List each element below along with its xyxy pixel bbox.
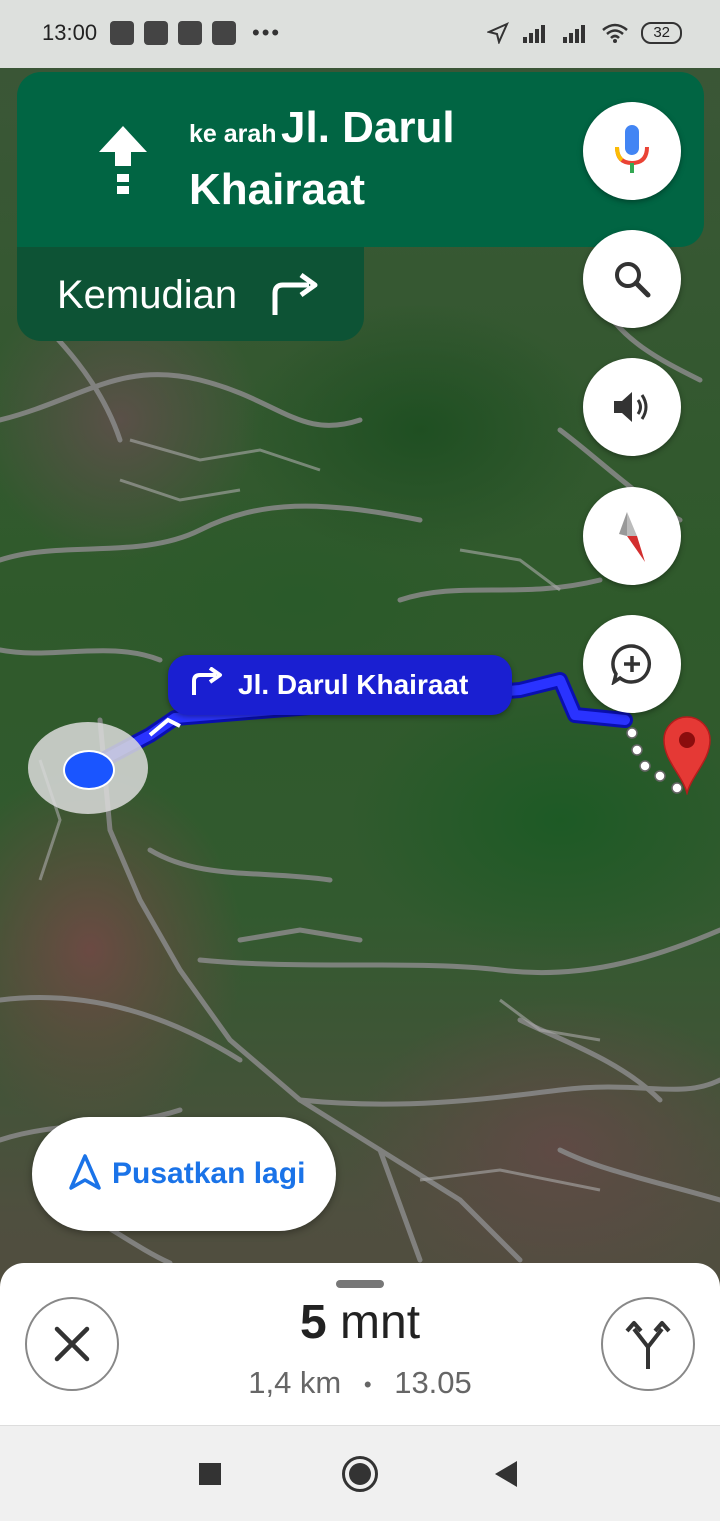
- turn-right-icon: [190, 665, 226, 704]
- sheet-drag-handle[interactable]: [336, 1280, 384, 1288]
- recenter-label: Pusatkan lagi: [112, 1157, 306, 1190]
- route-split-icon: [625, 1321, 671, 1369]
- status-bar: 13:00 ••• 32: [0, 0, 720, 68]
- mic-icon: [615, 125, 649, 173]
- eta-duration-value: 5: [299, 1296, 327, 1349]
- app-icon: [212, 21, 236, 45]
- trip-separator: •: [363, 1371, 372, 1397]
- direction-text: ke arah Jl. Darul Khairaat: [189, 102, 509, 226]
- status-time: 13:00: [42, 20, 98, 45]
- system-navigation-bar: [0, 1425, 720, 1521]
- arrival-time: 13.05: [394, 1365, 472, 1400]
- voice-search-button[interactable]: [583, 102, 681, 200]
- signal-icon: [523, 25, 546, 43]
- straight-arrow-icon: [95, 122, 151, 207]
- current-location-dot: [63, 750, 115, 790]
- trip-bottom-sheet[interactable]: 5 mnt 1,4 km • 13.05: [0, 1263, 720, 1425]
- eta-duration-unit: mnt: [326, 1296, 421, 1349]
- battery-indicator: 32: [641, 22, 682, 44]
- signal-icon: [563, 25, 586, 43]
- add-report-button[interactable]: [583, 615, 681, 713]
- direction-prefix: ke arah: [189, 120, 277, 148]
- route-street-label[interactable]: Jl. Darul Khairaat: [168, 655, 512, 715]
- recenter-button[interactable]: Pusatkan lagi: [32, 1117, 336, 1231]
- search-button[interactable]: [583, 230, 681, 328]
- app-icon: [178, 21, 202, 45]
- then-label: Kemudian: [57, 273, 238, 317]
- compass-icon: [619, 512, 645, 562]
- compass-button[interactable]: [583, 487, 681, 585]
- message-icon: [110, 21, 134, 45]
- wifi-icon: [602, 23, 629, 43]
- route-street-name: Jl. Darul Khairaat: [238, 669, 469, 700]
- then-instruction[interactable]: Kemudian: [17, 247, 364, 341]
- search-icon: [615, 262, 651, 298]
- sound-button[interactable]: [583, 358, 681, 456]
- trip-distance: 1,4 km: [248, 1365, 342, 1400]
- home-button[interactable]: [342, 1456, 378, 1492]
- location-arrow-icon: [487, 22, 510, 44]
- turn-right-icon: [269, 272, 323, 322]
- overflow-dots: •••: [252, 20, 282, 45]
- alternate-routes-button[interactable]: [601, 1297, 695, 1391]
- navigation-arrow-icon: [68, 1153, 102, 1196]
- destination-pin-icon[interactable]: [662, 715, 712, 796]
- recents-button[interactable]: [199, 1463, 221, 1485]
- app-icon: [144, 21, 168, 45]
- add-report-icon: [611, 644, 652, 685]
- volume-icon: [614, 392, 648, 422]
- back-button[interactable]: [495, 1461, 517, 1487]
